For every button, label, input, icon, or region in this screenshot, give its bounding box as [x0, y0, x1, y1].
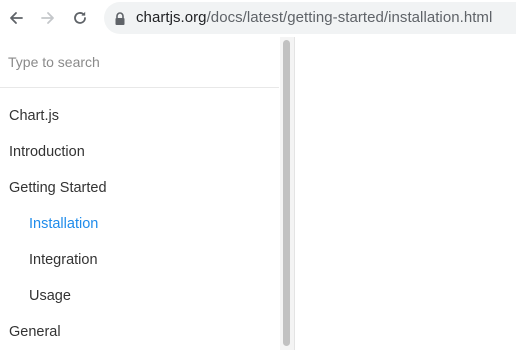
sidebar-nav: Chart.js Introduction Getting Started Insta…: [0, 98, 279, 350]
browser-toolbar: chartjs.org/docs/latest/getting-started/…: [0, 0, 516, 38]
sidebar-item-general[interactable]: General: [0, 314, 279, 350]
url-text: chartjs.org/docs/latest/getting-started/…: [136, 9, 492, 26]
sidebar-item-usage[interactable]: Usage: [0, 278, 279, 314]
back-button[interactable]: [6, 8, 26, 28]
forward-button[interactable]: [38, 8, 58, 28]
arrow-left-icon: [8, 10, 24, 26]
docs-sidebar: Chart.jsIntroductionGetting StartedInsta…: [0, 37, 281, 350]
url-host: chartjs.org: [136, 9, 207, 26]
sidebar-item-chart-js[interactable]: Chart.js: [0, 98, 279, 134]
search-row: [0, 37, 279, 88]
reload-icon: [72, 10, 88, 26]
sidebar-item-integration[interactable]: Integration: [0, 242, 279, 278]
url-path: /docs/latest/getting-started/installatio…: [206, 9, 493, 26]
arrow-right-icon: [40, 10, 56, 26]
reload-button[interactable]: [70, 8, 90, 28]
scrollbar-thumb[interactable]: [283, 40, 290, 346]
search-input[interactable]: [8, 51, 268, 73]
lock-icon: [114, 12, 126, 26]
address-bar[interactable]: chartjs.org/docs/latest/getting-started/…: [104, 2, 516, 34]
main-content: [295, 37, 516, 350]
sidebar-scrollbar[interactable]: [280, 37, 295, 350]
sidebar-item-installation[interactable]: Installation: [0, 206, 279, 242]
sidebar-item-introduction[interactable]: Introduction: [0, 134, 279, 170]
sidebar-item-getting-started[interactable]: Getting Started: [0, 170, 279, 206]
